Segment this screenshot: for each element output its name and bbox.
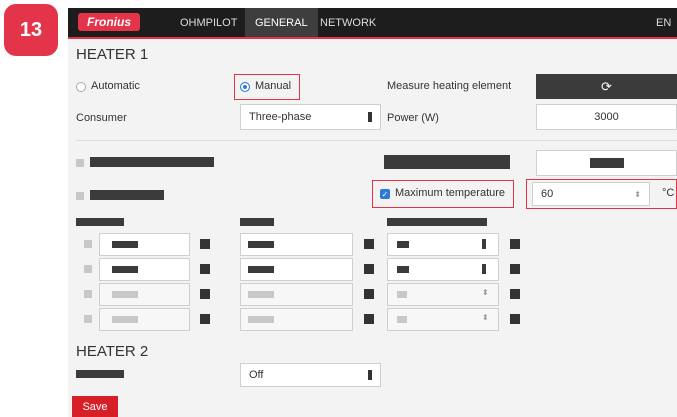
section-divider [76,140,677,141]
redacted-toggle[interactable] [364,289,374,299]
redacted-cell-value [248,266,274,273]
step-number-badge: 13 [4,4,58,56]
redacted-column-header [240,218,274,226]
redacted-toggle[interactable] [364,314,374,324]
redacted-cell-value [248,241,274,248]
max-temperature-value: 60 [541,188,554,200]
manual-label: Manual [255,80,292,92]
power-input-value: 3000 [594,111,619,123]
redacted-toggle[interactable] [510,264,520,274]
redacted-row-checkbox[interactable] [84,265,92,273]
fronius-logo: Fronius [78,13,140,31]
redacted-row-checkbox[interactable] [84,290,92,298]
redacted-toggle[interactable] [200,239,210,249]
stepper-icon[interactable]: ⬍ [634,190,641,199]
redacted-cell-value [112,316,138,323]
redacted-toggle[interactable] [510,314,520,324]
redacted-cell-value [397,291,407,298]
redacted-input[interactable] [536,150,677,176]
power-label: Power (W) [387,112,439,124]
measure-heating-element-label: Measure heating element [387,80,512,92]
max-temperature-checkbox[interactable]: ✓ [380,189,390,199]
max-temperature-input[interactable]: 60 ⬍ [532,182,650,206]
select-handle-icon [368,112,372,122]
redacted-cell-value [397,241,409,248]
redacted-label [90,190,164,200]
heater-2-title: HEATER 2 [76,343,149,360]
redacted-cell-value [397,266,409,273]
redacted-checkbox[interactable] [76,192,84,200]
redacted-label [90,157,214,167]
redacted-toggle[interactable] [200,314,210,324]
redacted-toggle[interactable] [510,289,520,299]
redacted-toggle[interactable] [364,239,374,249]
heater-2-select[interactable]: Off [240,363,381,387]
redacted-toggle[interactable] [200,289,210,299]
redacted-toggle[interactable] [200,264,210,274]
heater-1-title: HEATER 1 [76,46,149,63]
redacted-stepper[interactable] [482,264,486,274]
consumer-select-value: Three-phase [249,111,312,123]
redacted-cell-value [248,316,274,323]
redacted-cell-value [112,241,138,248]
automatic-label: Automatic [91,80,140,92]
stepper-icon[interactable]: ⬍ [482,313,489,322]
redacted-column-header [387,218,487,226]
automatic-radio[interactable] [76,82,86,92]
redacted-value [589,158,624,168]
redacted-row-checkbox[interactable] [84,315,92,323]
redacted-cell-value [397,316,407,323]
redacted-toggle[interactable] [364,264,374,274]
redacted-cell-value [112,291,138,298]
select-handle-icon [368,370,372,380]
nav-tab-network[interactable]: NETWORK [310,8,386,37]
heater-2-select-value: Off [249,369,264,381]
refresh-icon: ⟳ [601,78,612,94]
save-button[interactable]: Save [72,396,118,417]
redacted-cell-value [112,266,138,273]
power-input[interactable]: 3000 [536,104,677,130]
nav-tab-ohmpilot[interactable]: OHMPILOT [170,8,247,37]
nav-tab-general[interactable]: GENERAL [245,8,318,37]
language-selector[interactable]: EN [656,8,671,37]
redacted-cell-value [248,291,274,298]
redacted-label [76,370,124,378]
max-temperature-label: Maximum temperature [395,187,506,199]
redacted-label [384,155,510,169]
redacted-stepper[interactable] [482,239,486,249]
redacted-toggle[interactable] [510,239,520,249]
redacted-row-checkbox[interactable] [84,240,92,248]
consumer-label: Consumer [76,112,127,124]
consumer-select[interactable]: Three-phase [240,104,381,130]
stepper-icon[interactable]: ⬍ [482,288,489,297]
redacted-checkbox[interactable] [76,159,84,167]
manual-radio[interactable] [240,82,250,92]
temperature-unit: °C [662,187,675,199]
redacted-column-header [76,218,124,226]
measure-refresh-button[interactable]: ⟳ [536,74,677,99]
